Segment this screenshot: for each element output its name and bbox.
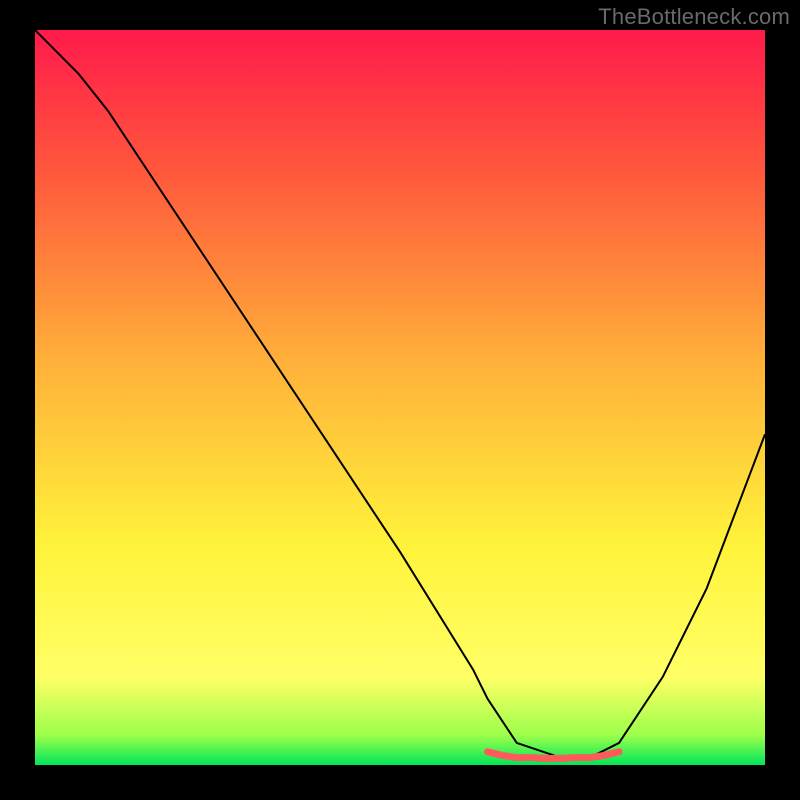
chart-plot [35, 30, 765, 765]
chart-svg [35, 30, 765, 765]
watermark-text: TheBottleneck.com [598, 4, 790, 30]
chart-background [35, 30, 765, 765]
chart-frame: TheBottleneck.com [0, 0, 800, 800]
